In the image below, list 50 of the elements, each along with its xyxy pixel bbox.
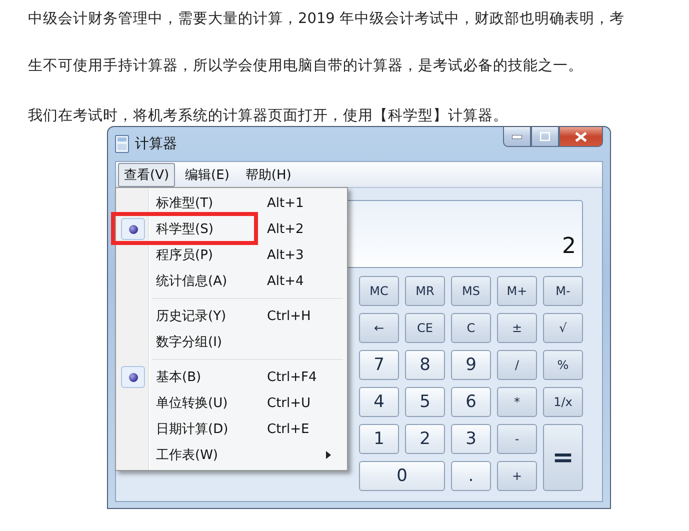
minimize-icon (512, 134, 522, 138)
paragraph-line: 我们在考试时，将机考系统的计算器页面打开，使用【科学型】计算器。 (28, 107, 509, 126)
calculator-key[interactable]: MS (451, 276, 491, 306)
calculator-key[interactable]: ± (497, 313, 537, 343)
close-button[interactable] (559, 127, 603, 147)
menu-entry[interactable]: 日期计算(D) Ctrl+E (118, 416, 345, 442)
calculator-key[interactable]: 5 (405, 387, 445, 417)
calculator-key[interactable]: / (497, 350, 537, 380)
close-icon (575, 132, 587, 142)
window-title: 计算器 (135, 135, 177, 153)
menu-entry[interactable]: 工作表(W) (118, 442, 345, 468)
menu-item[interactable]: 编辑(E) (179, 162, 236, 186)
calculator-key[interactable]: 8 (405, 350, 445, 380)
calculator-key[interactable]: * (497, 387, 537, 417)
calculator-key[interactable]: CE (405, 313, 445, 343)
menu-item[interactable]: 查看(V) (118, 162, 176, 186)
maximize-button[interactable] (531, 127, 559, 147)
menu-item[interactable]: 帮助(H) (239, 162, 298, 186)
calculator-key[interactable]: C (451, 313, 491, 343)
calculator-icon (115, 135, 129, 153)
calculator-key[interactable]: 9 (451, 350, 491, 380)
calculator-key[interactable]: 3 (451, 424, 491, 454)
calculator-key[interactable]: 1 (359, 424, 399, 454)
calculator-key[interactable]: √ (543, 313, 583, 343)
calculator-key[interactable]: + (497, 461, 537, 491)
minimize-button[interactable] (503, 127, 531, 147)
paragraph-line: 中级会计财务管理中，需要大量的计算，2019 年中级会计考试中，财政部也明确表明，考 (28, 10, 626, 29)
calculator-key[interactable]: - (497, 424, 537, 454)
calculator-key[interactable]: 7 (359, 350, 399, 380)
submenu-arrow-icon (326, 451, 331, 459)
calculator-key[interactable]: ← (359, 313, 399, 343)
calculator-key[interactable]: = (543, 424, 583, 491)
calculator-key[interactable]: 4 (359, 387, 399, 417)
calculator-key[interactable]: . (451, 461, 491, 491)
menu-entry[interactable]: 单位转换(U) Ctrl+U (118, 390, 345, 416)
menu-entry[interactable]: 历史记录(Y) Ctrl+H (118, 303, 345, 329)
menu-entry[interactable]: 统计信息(A) Alt+4 (118, 268, 345, 294)
calculator-key[interactable]: MC (359, 276, 399, 306)
calculator-key[interactable]: M+ (497, 276, 537, 306)
calculator-key[interactable]: % (543, 350, 583, 380)
maximize-icon (540, 132, 550, 141)
menu-entry[interactable]: 基本(B) Ctrl+F4 (118, 364, 345, 390)
calculator-key[interactable]: 2 (405, 424, 445, 454)
calculator-key[interactable]: 6 (451, 387, 491, 417)
calculator-key[interactable]: M- (543, 276, 583, 306)
calculator-key[interactable]: MR (405, 276, 445, 306)
paragraph-line: 生不可使用手持计算器，所以学会使用电脑自带的计算器，是考试必备的技能之一。 (28, 56, 584, 76)
menu-entry[interactable]: 数字分组(I) (118, 329, 345, 355)
calculator-key[interactable]: 0 (359, 461, 445, 491)
calculator-key[interactable]: 1/x (543, 387, 583, 417)
